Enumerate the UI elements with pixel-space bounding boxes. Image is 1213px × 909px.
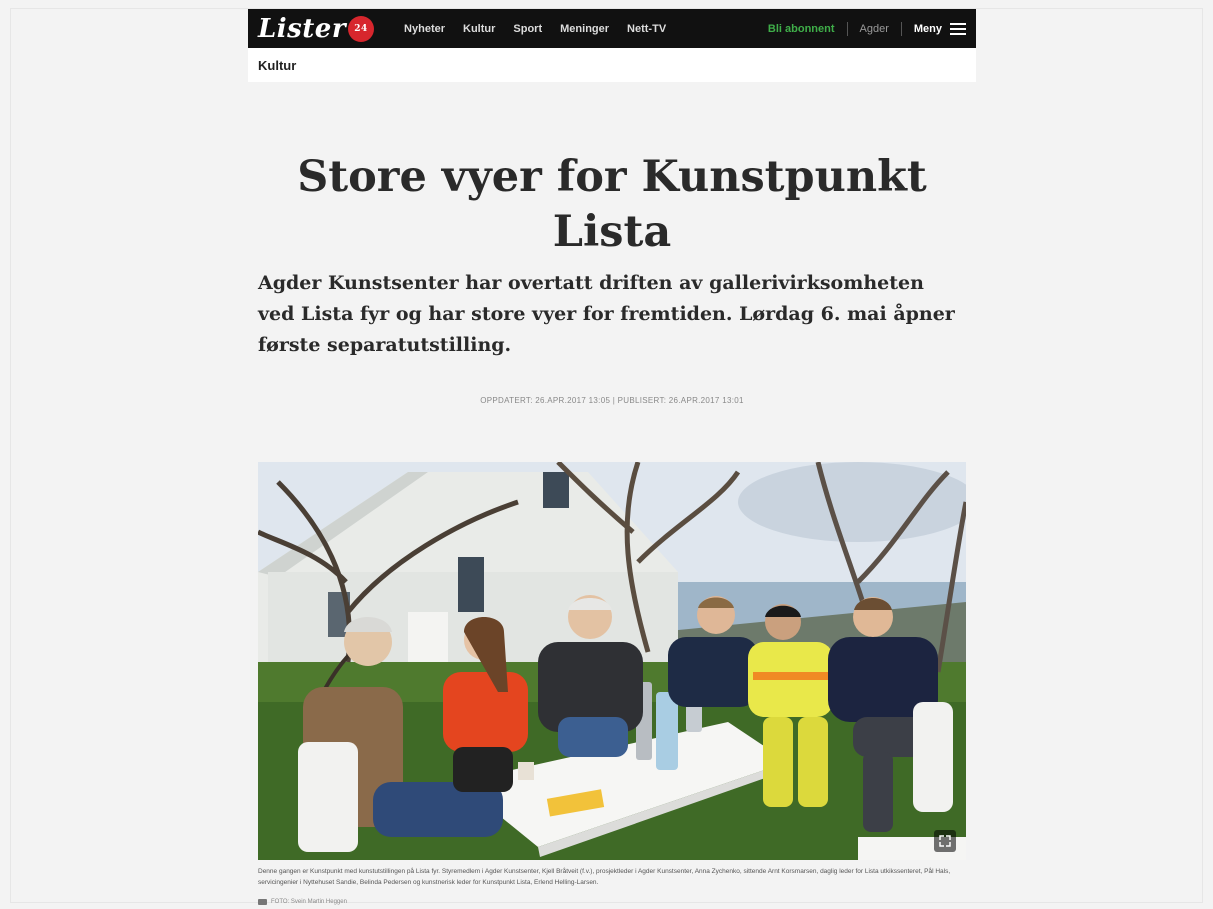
camera-icon [258, 899, 267, 905]
subscribe-link[interactable]: Bli abonnent [768, 23, 835, 35]
site-logo[interactable]: Lister 24 [258, 13, 375, 44]
photo-credit: FOTO: Svein Martin Heggen [258, 899, 347, 905]
photo-credit-text: FOTO: Svein Martin Heggen [271, 899, 347, 905]
nav-item-kultur[interactable]: Kultur [463, 23, 495, 35]
header-divider [900, 21, 902, 36]
header-actions: Bli abonnent Agder Meny [768, 21, 966, 36]
menu-icon[interactable] [950, 22, 966, 35]
nav-item-sport[interactable]: Sport [513, 23, 542, 35]
main-nav: Nyheter Kultur Sport Meninger Nett-TV [404, 23, 666, 35]
photo-caption: Denne gangen er Kunstpunkt med kunstutst… [258, 868, 951, 886]
nav-item-nett-tv[interactable]: Nett-TV [627, 23, 666, 35]
nav-item-meninger[interactable]: Meninger [560, 23, 609, 35]
nav-item-nyheter[interactable]: Nyheter [404, 23, 445, 35]
section-bar: Kultur [248, 48, 976, 82]
article-photo[interactable] [258, 462, 966, 860]
site-header: Lister 24 Nyheter Kultur Sport Meninger … [248, 9, 976, 48]
article-lead: Agder Kunstsenter har overtatt driften a… [258, 272, 955, 356]
photo-illustration [258, 462, 966, 860]
region-link[interactable]: Agder [860, 23, 889, 35]
expand-icon[interactable] [934, 830, 956, 852]
section-label[interactable]: Kultur [258, 58, 296, 73]
article-meta: OPPDATERT: 26.APR.2017 13:05 | PUBLISERT… [480, 396, 744, 405]
header-divider [846, 21, 848, 36]
article-headline: Store vyer for Kunstpunkt Lista [297, 152, 927, 257]
expand-glyph [939, 835, 951, 847]
logo-badge: 24 [348, 15, 375, 42]
menu-button[interactable]: Meny [914, 23, 942, 35]
logo-text: Lister [258, 13, 347, 44]
